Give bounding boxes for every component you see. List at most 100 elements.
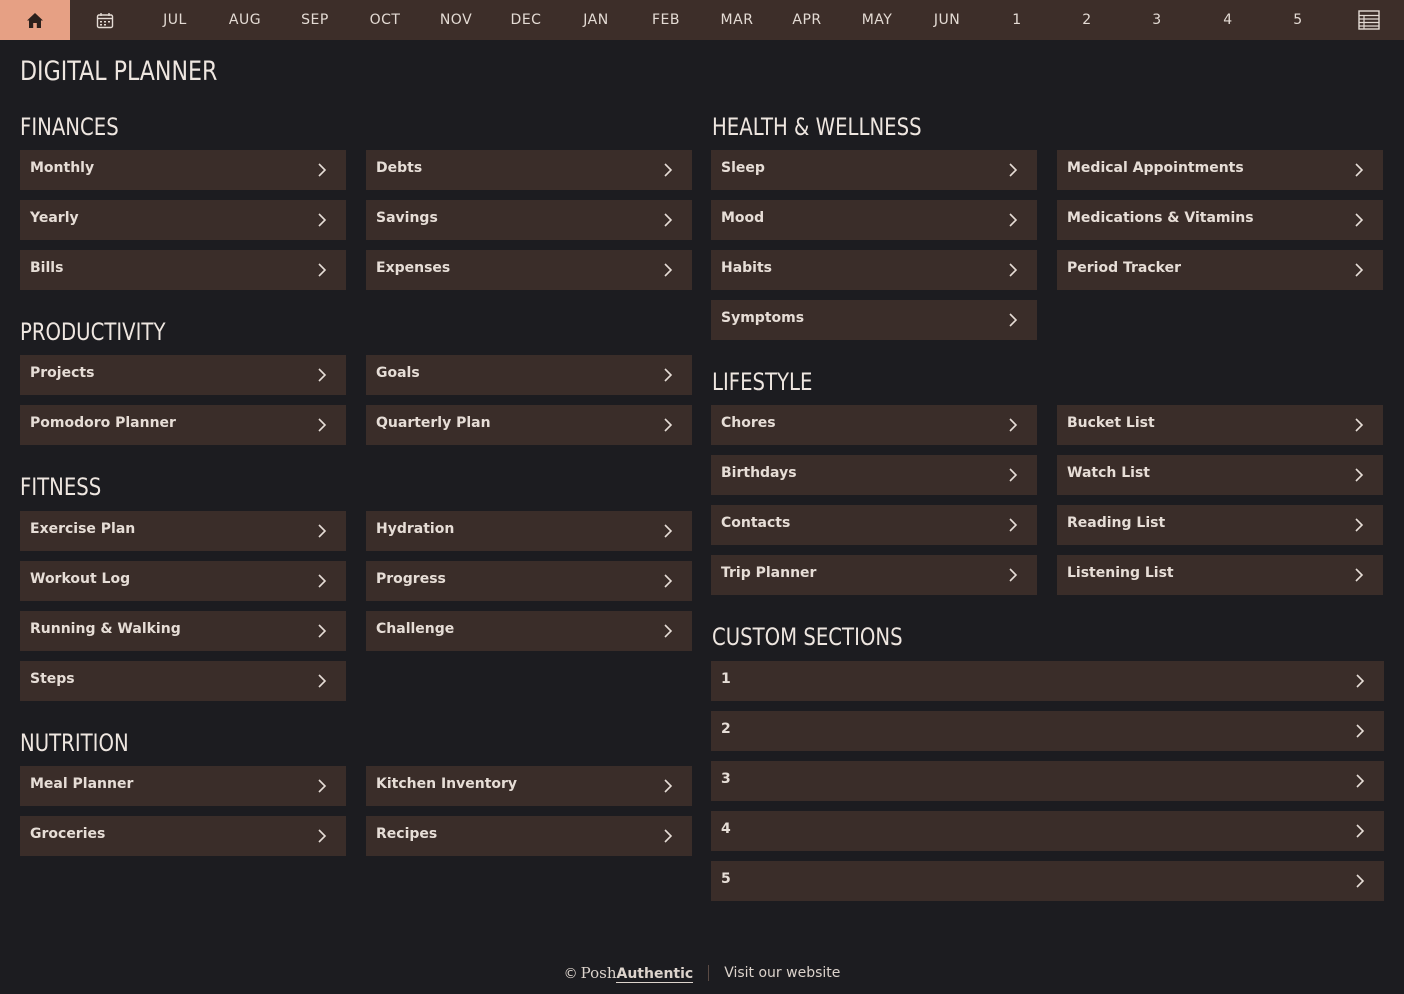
link-medications-vitamins[interactable]: Medications & Vitamins — [1057, 200, 1383, 240]
nav-month-sep[interactable]: SEP — [280, 0, 350, 40]
link-monthly[interactable]: Monthly — [20, 150, 346, 190]
chevron-right-icon — [318, 368, 327, 382]
copyright-symbol: © — [563, 965, 578, 982]
brand-authentic: Authentic — [616, 965, 694, 983]
link-groceries[interactable]: Groceries — [20, 816, 346, 856]
home-button[interactable] — [0, 0, 70, 40]
link-custom-5[interactable]: 5 — [711, 861, 1384, 901]
link-label: Contacts — [721, 515, 791, 531]
nav-custom-4[interactable]: 4 — [1193, 0, 1263, 40]
link-bills[interactable]: Bills — [20, 250, 346, 290]
link-label: Medications & Vitamins — [1067, 210, 1254, 226]
link-label: Steps — [30, 671, 75, 687]
chevron-right-icon — [1009, 568, 1018, 582]
link-chores[interactable]: Chores — [711, 405, 1037, 445]
link-medical-appointments[interactable]: Medical Appointments — [1057, 150, 1383, 190]
nav-month-aug[interactable]: AUG — [210, 0, 280, 40]
link-watch-list[interactable]: Watch List — [1057, 455, 1383, 495]
footer-divider — [708, 965, 710, 981]
link-custom-4[interactable]: 4 — [711, 811, 1384, 851]
link-label: Kitchen Inventory — [376, 776, 518, 792]
link-label: Recipes — [376, 826, 438, 842]
nav-custom-1[interactable]: 1 — [982, 0, 1052, 40]
calendar-button[interactable] — [70, 0, 140, 40]
chevron-right-icon — [1009, 263, 1018, 277]
chevron-right-icon — [1355, 163, 1364, 177]
chevron-right-icon — [1355, 518, 1364, 532]
nav-month-jun[interactable]: JUN — [912, 0, 982, 40]
visit-website-link[interactable]: Visit our website — [724, 965, 840, 981]
link-label: Meal Planner — [30, 776, 134, 792]
link-mood[interactable]: Mood — [711, 200, 1037, 240]
link-label: 2 — [721, 721, 731, 737]
link-pomodoro-planner[interactable]: Pomodoro Planner — [20, 405, 346, 445]
chevron-right-icon — [664, 263, 673, 277]
link-recipes[interactable]: Recipes — [366, 816, 692, 856]
chevron-right-icon — [664, 829, 673, 843]
link-custom-1[interactable]: 1 — [711, 661, 1384, 701]
nav-custom-3[interactable]: 3 — [1122, 0, 1192, 40]
link-label: Groceries — [30, 826, 106, 842]
link-quarterly-plan[interactable]: Quarterly Plan — [366, 405, 692, 445]
chevron-right-icon — [318, 418, 327, 432]
chevron-right-icon — [1009, 163, 1018, 177]
nav-month-mar[interactable]: MAR — [702, 0, 772, 40]
link-listening-list[interactable]: Listening List — [1057, 555, 1383, 595]
section-title-fitness: FITNESS — [20, 473, 102, 501]
nav-month-jan[interactable]: JAN — [561, 0, 631, 40]
link-contacts[interactable]: Contacts — [711, 505, 1037, 545]
chevron-right-icon — [1355, 468, 1364, 482]
chevron-right-icon — [664, 418, 673, 432]
link-kitchen-inventory[interactable]: Kitchen Inventory — [366, 766, 692, 806]
link-projects[interactable]: Projects — [20, 355, 346, 395]
link-goals[interactable]: Goals — [366, 355, 692, 395]
chevron-right-icon — [664, 524, 673, 538]
link-workout-log[interactable]: Workout Log — [20, 561, 346, 601]
link-savings[interactable]: Savings — [366, 200, 692, 240]
link-yearly[interactable]: Yearly — [20, 200, 346, 240]
chevron-right-icon — [664, 163, 673, 177]
nav-month-dec[interactable]: DEC — [491, 0, 561, 40]
home-icon — [27, 12, 43, 28]
chevron-right-icon — [1355, 213, 1364, 227]
link-exercise-plan[interactable]: Exercise Plan — [20, 511, 346, 551]
nav-custom-5[interactable]: 5 — [1263, 0, 1333, 40]
link-label: Projects — [30, 365, 95, 381]
link-bucket-list[interactable]: Bucket List — [1057, 405, 1383, 445]
link-meal-planner[interactable]: Meal Planner — [20, 766, 346, 806]
link-trip-planner[interactable]: Trip Planner — [711, 555, 1037, 595]
link-symptoms[interactable]: Symptoms — [711, 300, 1037, 340]
section-title-nutrition: NUTRITION — [20, 729, 129, 757]
chevron-right-icon — [1355, 263, 1364, 277]
link-hydration[interactable]: Hydration — [366, 511, 692, 551]
nav-month-may[interactable]: MAY — [842, 0, 912, 40]
link-custom-3[interactable]: 3 — [711, 761, 1384, 801]
link-sleep[interactable]: Sleep — [711, 150, 1037, 190]
section-title-custom: CUSTOM SECTIONS — [712, 623, 903, 651]
link-challenge[interactable]: Challenge — [366, 611, 692, 651]
link-habits[interactable]: Habits — [711, 250, 1037, 290]
nav-month-feb[interactable]: FEB — [631, 0, 701, 40]
chevron-right-icon — [318, 779, 327, 793]
chevron-right-icon — [318, 574, 327, 588]
chevron-right-icon — [1356, 674, 1365, 688]
nav-custom-2[interactable]: 2 — [1052, 0, 1122, 40]
link-steps[interactable]: Steps — [20, 661, 346, 701]
link-birthdays[interactable]: Birthdays — [711, 455, 1037, 495]
nav-month-nov[interactable]: NOV — [421, 0, 491, 40]
link-label: Bills — [30, 260, 64, 276]
section-title-productivity: PRODUCTIVITY — [20, 318, 166, 346]
link-period-tracker[interactable]: Period Tracker — [1057, 250, 1383, 290]
nav-month-apr[interactable]: APR — [772, 0, 842, 40]
index-button[interactable] — [1334, 0, 1404, 40]
link-debts[interactable]: Debts — [366, 150, 692, 190]
link-reading-list[interactable]: Reading List — [1057, 505, 1383, 545]
link-expenses[interactable]: Expenses — [366, 250, 692, 290]
chevron-right-icon — [1355, 568, 1364, 582]
nav-month-jul[interactable]: JUL — [140, 0, 210, 40]
link-running-walking[interactable]: Running & Walking — [20, 611, 346, 651]
chevron-right-icon — [1356, 874, 1365, 888]
link-progress[interactable]: Progress — [366, 561, 692, 601]
nav-month-oct[interactable]: OCT — [350, 0, 420, 40]
link-custom-2[interactable]: 2 — [711, 711, 1384, 751]
